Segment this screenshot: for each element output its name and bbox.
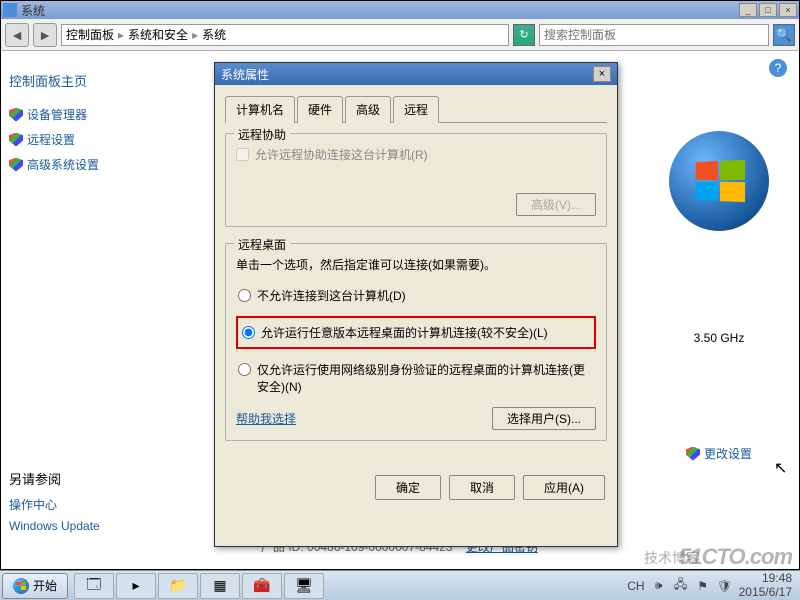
sidebar-item-label: 高级系统设置	[27, 156, 99, 173]
sidebar-item-label: 设备管理器	[27, 106, 87, 123]
tray-shield-icon[interactable]: 🛡	[717, 578, 733, 594]
taskbar-app-notepad[interactable]: ▦	[200, 573, 240, 599]
select-users-button[interactable]: 选择用户(S)...	[492, 407, 596, 430]
allow-remote-assistance-checkbox[interactable]: 允许远程协助连接这台计算机(R)	[236, 146, 596, 163]
tab-hardware[interactable]: 硬件	[297, 96, 343, 123]
sidebar-item-remote-settings[interactable]: 远程设置	[9, 127, 193, 152]
chevron-right-icon: ▸	[192, 28, 198, 42]
radio-dont-allow[interactable]: 不允许连接到这台计算机(D)	[236, 285, 596, 306]
tray-sound-icon[interactable]: 🕪	[651, 578, 667, 594]
remote-assist-advanced-button: 高级(V)...	[516, 193, 596, 216]
address-toolbar: ◄ ► 控制面板 ▸ 系统和安全 ▸ 系统 ↻ 🔍	[1, 19, 799, 51]
window-controls: _ □ ×	[739, 3, 797, 17]
sidebar-heading: 控制面板主页	[9, 71, 193, 90]
remote-desktop-group: 远程桌面 单击一个选项，然后指定谁可以连接(如果需要)。 不允许连接到这台计算机…	[225, 243, 607, 441]
related-heading: 另请参阅	[9, 469, 100, 488]
shield-icon	[9, 108, 23, 122]
radio-allow-any-version[interactable]: 允许运行任意版本远程桌面的计算机连接(较不安全)(L)	[236, 316, 596, 349]
taskbar: 开始 🗔 ▸ 📁 ▦ 🧰 🖥 CH 🕪 🖧 ⚑ 🛡 19:48 2015/6/1…	[0, 570, 800, 600]
cpu-speed: 3.50 GHz	[639, 331, 799, 345]
system-properties-dialog: 系统属性 × 计算机名 硬件 高级 远程 远程协助 允许远程协助连接这台计算机(…	[214, 62, 618, 547]
related-link-action-center[interactable]: 操作中心	[9, 496, 100, 513]
chevron-right-icon: ▸	[118, 28, 124, 42]
breadcrumb[interactable]: 控制面板 ▸ 系统和安全 ▸ 系统	[61, 24, 509, 46]
shield-icon	[9, 133, 23, 147]
checkbox-input	[236, 148, 249, 161]
watermark-blog: 技术博客	[644, 548, 700, 568]
title-bar: 系统 _ □ ×	[1, 1, 799, 19]
sidebar-item-device-manager[interactable]: 设备管理器	[9, 102, 193, 127]
radio-allow-nla-only[interactable]: 仅允许运行使用网络级别身份验证的远程桌面的计算机连接(更安全)(N)	[236, 359, 596, 397]
dialog-close-button[interactable]: ×	[593, 66, 611, 82]
radio-input[interactable]	[238, 363, 251, 376]
breadcrumb-item[interactable]: 系统	[202, 26, 226, 43]
back-button[interactable]: ◄	[5, 23, 29, 47]
start-orb-icon	[13, 578, 29, 594]
flag-icon	[696, 160, 745, 202]
taskbar-app-toolbox[interactable]: 🧰	[242, 573, 282, 599]
help-icon[interactable]: ?	[769, 59, 787, 77]
shield-icon	[686, 447, 700, 461]
clock[interactable]: 19:48 2015/6/17	[739, 572, 792, 598]
taskbar-app-server-manager[interactable]: 🗔	[74, 573, 114, 599]
forward-button[interactable]: ►	[33, 23, 57, 47]
radio-input[interactable]	[242, 326, 255, 339]
dialog-body: 计算机名 硬件 高级 远程 远程协助 允许远程协助连接这台计算机(R) 高级(V…	[215, 85, 617, 467]
close-button[interactable]: ×	[779, 3, 797, 17]
change-settings-link[interactable]: 更改设置	[639, 445, 799, 462]
search-icon[interactable]: 🔍	[773, 24, 795, 46]
dialog-title-bar: 系统属性 ×	[215, 63, 617, 85]
taskbar-app-explorer[interactable]: 📁	[158, 573, 198, 599]
dialog-buttons: 确定 取消 应用(A)	[215, 467, 617, 508]
system-tray: CH 🕪 🖧 ⚑ 🛡 19:48 2015/6/17	[627, 572, 798, 598]
tab-advanced[interactable]: 高级	[345, 96, 391, 123]
search-input[interactable]	[539, 24, 769, 46]
breadcrumb-item[interactable]: 控制面板	[66, 26, 114, 43]
help-me-choose-link[interactable]: 帮助我选择	[236, 410, 296, 427]
tab-remote[interactable]: 远程	[393, 96, 439, 123]
shield-icon	[9, 158, 23, 172]
tabs: 计算机名 硬件 高级 远程	[225, 95, 607, 123]
tab-computer-name[interactable]: 计算机名	[225, 96, 295, 123]
tray-flag-icon[interactable]: ⚑	[695, 578, 711, 594]
apply-button[interactable]: 应用(A)	[523, 475, 605, 500]
group-legend: 远程桌面	[234, 236, 290, 253]
windows-logo	[669, 131, 769, 231]
remote-assistance-group: 远程协助 允许远程协助连接这台计算机(R) 高级(V)...	[225, 133, 607, 227]
taskbar-app-system[interactable]: 🖥	[284, 573, 324, 599]
start-button[interactable]: 开始	[2, 573, 68, 599]
breadcrumb-item[interactable]: 系统和安全	[128, 26, 188, 43]
window-icon	[3, 3, 17, 17]
right-panel: 3.50 GHz 更改设置	[639, 51, 799, 569]
sidebar: 控制面板主页 设备管理器 远程设置 高级系统设置 另请参阅 操作中心 Windo…	[1, 51, 201, 569]
radio-input[interactable]	[238, 289, 251, 302]
cancel-button[interactable]: 取消	[449, 475, 515, 500]
ok-button[interactable]: 确定	[375, 475, 441, 500]
refresh-button[interactable]: ↻	[513, 24, 535, 46]
minimize-button[interactable]: _	[739, 3, 757, 17]
group-legend: 远程协助	[234, 126, 290, 143]
sidebar-item-label: 远程设置	[27, 131, 75, 148]
window-title: 系统	[21, 2, 739, 19]
sidebar-item-advanced-settings[interactable]: 高级系统设置	[9, 152, 193, 177]
maximize-button[interactable]: □	[759, 3, 777, 17]
quick-launch: 🗔 ▸ 📁 ▦ 🧰 🖥	[74, 573, 324, 599]
dialog-title: 系统属性	[221, 66, 593, 83]
related-link-windows-update[interactable]: Windows Update	[9, 519, 100, 533]
instruction-text: 单击一个选项，然后指定谁可以连接(如果需要)。	[236, 256, 596, 273]
taskbar-app-powershell[interactable]: ▸	[116, 573, 156, 599]
related-links: 另请参阅 操作中心 Windows Update	[9, 469, 100, 539]
tray-network-icon[interactable]: 🖧	[673, 578, 689, 594]
language-indicator[interactable]: CH	[627, 579, 644, 593]
